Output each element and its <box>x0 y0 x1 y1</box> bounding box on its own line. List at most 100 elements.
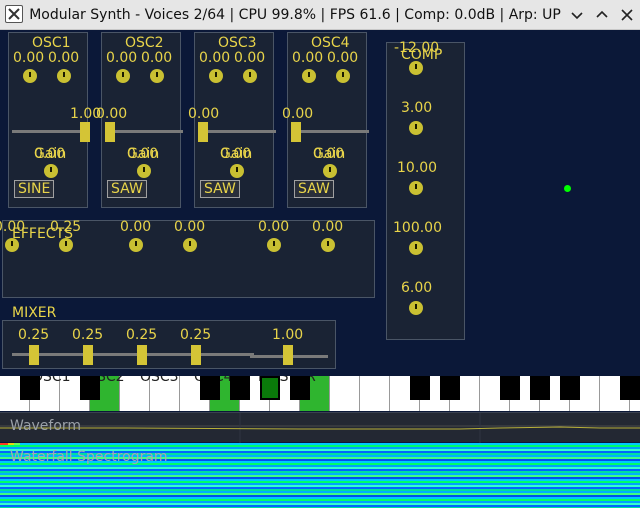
osc4-level-value: 0.00 <box>282 106 314 122</box>
spectrogram-band <box>0 497 640 499</box>
spectrogram-band <box>0 501 640 503</box>
black-key[interactable] <box>500 376 520 400</box>
osc2-gain-knob[interactable] <box>137 164 151 178</box>
comp-value-4: 100.00 <box>393 220 442 236</box>
black-key[interactable] <box>290 376 310 400</box>
osc1-gain-value: 0.00 <box>34 146 66 162</box>
mixer-slider-1[interactable] <box>29 345 39 365</box>
osc1-knob-a[interactable] <box>23 69 37 83</box>
osc4-knob-a[interactable] <box>302 69 316 83</box>
comp-knob-3[interactable] <box>409 181 423 195</box>
comp-value-3: 10.00 <box>397 160 438 176</box>
osc2-level-slider[interactable] <box>105 122 115 142</box>
black-key[interactable] <box>410 376 430 400</box>
black-key[interactable] <box>20 376 40 400</box>
osc4-level-slider[interactable] <box>291 122 301 142</box>
waveform-view: Waveform <box>0 412 640 443</box>
effects-value-5: 0.00 <box>258 219 290 235</box>
spectrogram-band <box>0 443 640 445</box>
spectrogram-view: Waterfall Spectrogram <box>0 443 640 508</box>
minimize-icon[interactable] <box>567 5 587 25</box>
cursor-dot <box>564 185 571 192</box>
spectrogram-band <box>0 493 640 495</box>
osc1-level-track[interactable] <box>12 130 88 133</box>
piano-keyboard[interactable]: OSC1 OSC2 OSC3 OSC4 MASTER <box>0 376 640 411</box>
white-key[interactable] <box>330 376 360 411</box>
black-key[interactable] <box>80 376 100 400</box>
effects-knob-2[interactable] <box>59 238 73 252</box>
osc3-level-slider[interactable] <box>198 122 208 142</box>
black-key-pressed[interactable] <box>260 376 280 400</box>
osc3-knob-b[interactable] <box>243 69 257 83</box>
osc4-level-track[interactable] <box>291 130 369 133</box>
osc1-level-slider[interactable] <box>80 122 90 142</box>
spectrogram-band <box>0 473 640 475</box>
black-key[interactable] <box>620 376 640 400</box>
spectrogram-band <box>0 491 640 493</box>
black-key[interactable] <box>440 376 460 400</box>
black-key[interactable] <box>560 376 580 400</box>
osc3-gain-knob[interactable] <box>230 164 244 178</box>
effects-value-1: 0.00 <box>0 219 26 235</box>
black-key[interactable] <box>200 376 220 400</box>
osc4-gain-knob[interactable] <box>323 164 337 178</box>
osc2-level-track[interactable] <box>105 130 183 133</box>
close-icon[interactable] <box>617 5 637 25</box>
mixer-value-1: 0.25 <box>18 327 50 343</box>
mixer-slider-master[interactable] <box>283 345 293 365</box>
black-key[interactable] <box>530 376 550 400</box>
effects-knob-4[interactable] <box>183 238 197 252</box>
spectrogram-band <box>0 467 640 469</box>
osc4-knob-b[interactable] <box>336 69 350 83</box>
osc3-level-value: 0.00 <box>188 106 220 122</box>
spectrogram-band <box>0 469 640 471</box>
black-key[interactable] <box>230 376 250 400</box>
comp-knob-4[interactable] <box>409 241 423 255</box>
spectrogram-band <box>0 465 640 467</box>
effects-knob-5[interactable] <box>267 238 281 252</box>
mixer-slider-4[interactable] <box>191 345 201 365</box>
comp-value-2: 3.00 <box>401 100 433 116</box>
osc2-title: OSC2 <box>125 35 164 51</box>
osc3-gain-value: 0.00 <box>220 146 252 162</box>
spectrogram-band <box>0 499 640 501</box>
osc4-title: OSC4 <box>311 35 350 51</box>
osc4-waveform-button[interactable]: SAW <box>294 180 334 198</box>
effects-knob-3[interactable] <box>129 238 143 252</box>
mixer-value-3: 0.25 <box>126 327 158 343</box>
comp-knob-2[interactable] <box>409 121 423 135</box>
mixer-slider-2[interactable] <box>83 345 93 365</box>
osc3-knob-a[interactable] <box>209 69 223 83</box>
effects-knob-6[interactable] <box>321 238 335 252</box>
white-key[interactable] <box>360 376 390 411</box>
comp-knob-5[interactable] <box>409 301 423 315</box>
spectrogram-band <box>0 489 640 491</box>
osc1-knob-b-value: 0.00 <box>48 50 80 66</box>
mixer-slider-3[interactable] <box>137 345 147 365</box>
spectrogram-band <box>0 479 640 481</box>
osc2-knob-a[interactable] <box>116 69 130 83</box>
osc1-gain-knob[interactable] <box>44 164 58 178</box>
osc1-knob-a-value: 0.00 <box>13 50 45 66</box>
mixer-value-4: 0.25 <box>180 327 212 343</box>
osc2-gain-value: 0.00 <box>127 146 159 162</box>
osc3-level-track[interactable] <box>198 130 276 133</box>
spectrogram-band <box>0 487 640 489</box>
osc1-knob-b[interactable] <box>57 69 71 83</box>
maximize-icon[interactable] <box>592 5 612 25</box>
osc2-waveform-button[interactable]: SAW <box>107 180 147 198</box>
osc3-knob-a-value: 0.00 <box>199 50 231 66</box>
title-bar: Modular Synth - Voices 2/64 | CPU 99.8% … <box>0 0 640 30</box>
mixer-channel-track[interactable] <box>12 353 254 356</box>
osc4-knob-b-value: 0.00 <box>327 50 359 66</box>
effects-value-2: 0.25 <box>50 219 82 235</box>
effects-knob-1[interactable] <box>5 238 19 252</box>
comp-knob-1[interactable] <box>409 61 423 75</box>
effects-value-4: 0.00 <box>174 219 206 235</box>
osc2-knob-a-value: 0.00 <box>106 50 138 66</box>
osc3-waveform-button[interactable]: SAW <box>200 180 240 198</box>
osc2-knob-b[interactable] <box>150 69 164 83</box>
comp-value-5: 6.00 <box>401 280 433 296</box>
osc1-waveform-button[interactable]: SINE <box>14 180 55 198</box>
waveform-title: Waveform <box>10 418 82 434</box>
